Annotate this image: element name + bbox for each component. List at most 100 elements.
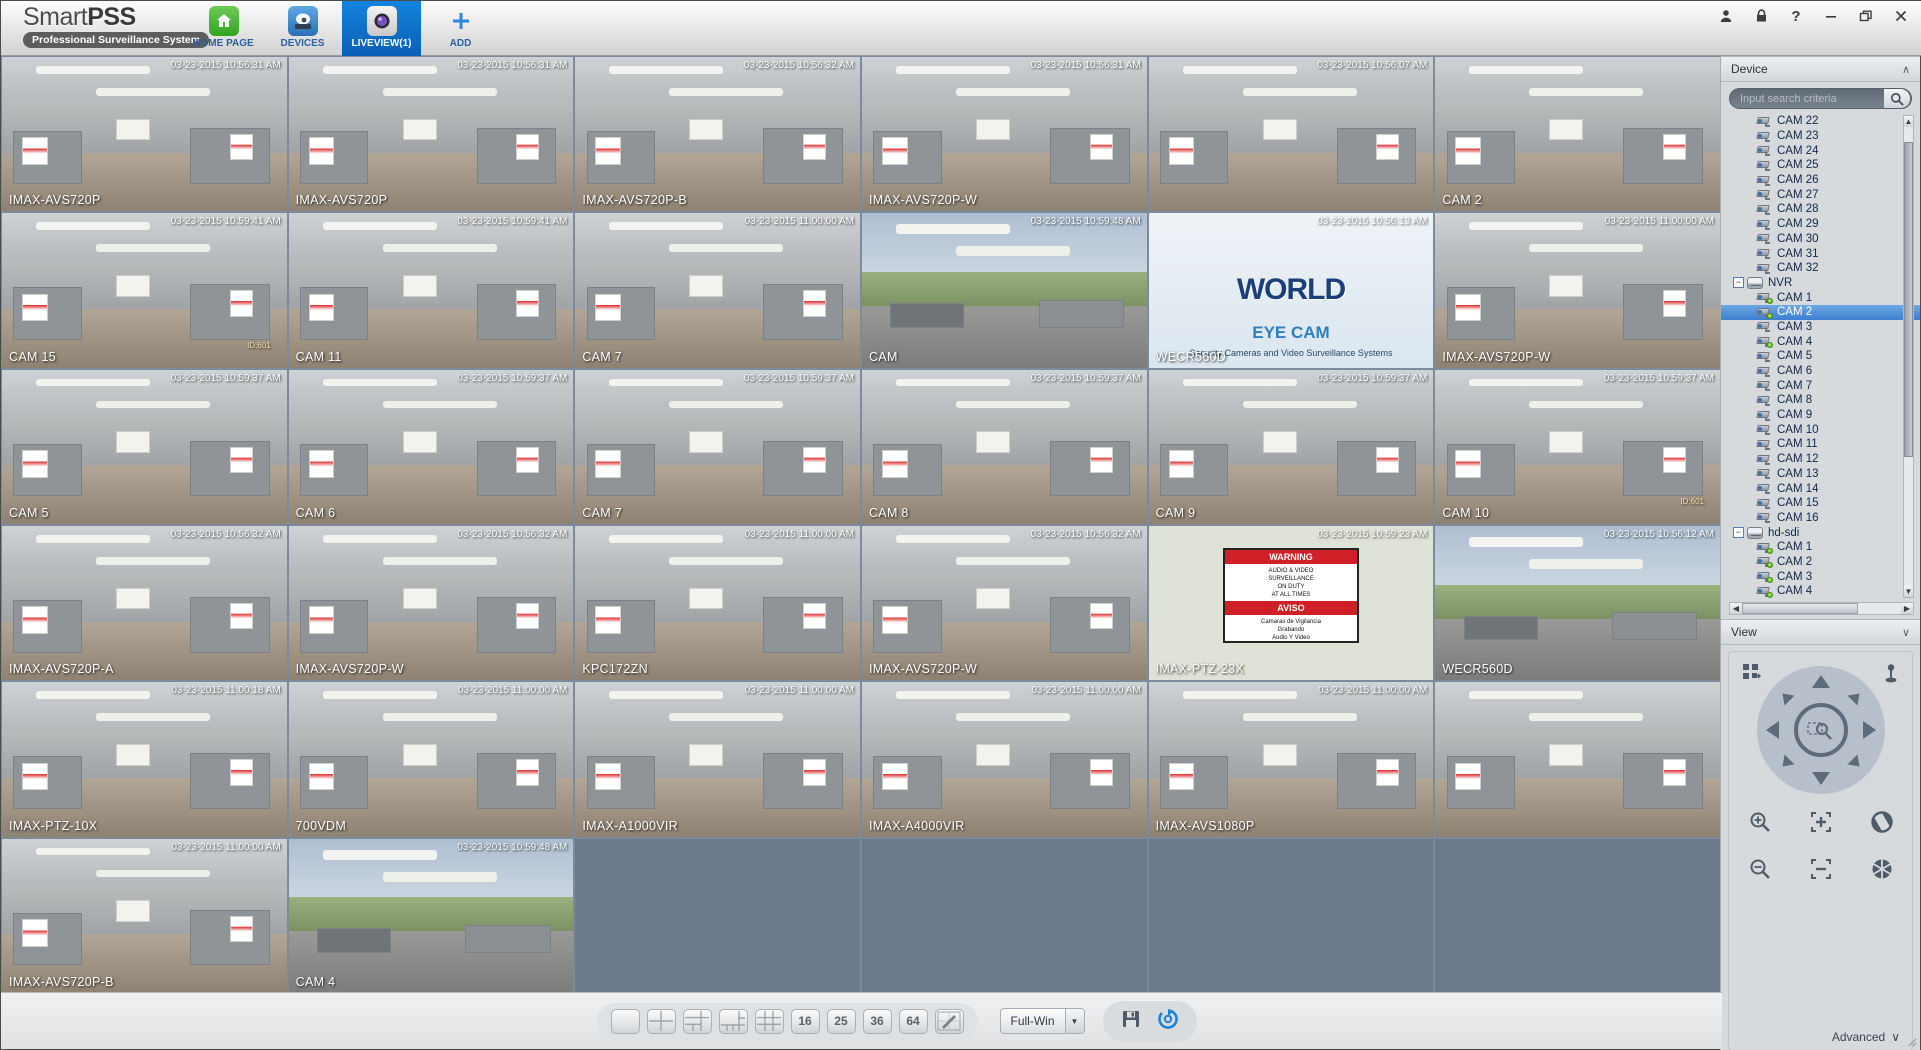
device-tree-camera[interactable]: CAM 12 (1721, 452, 1920, 467)
video-tile[interactable]: 03-23-2015 10:59:37 AM CAM 6 (287, 368, 575, 525)
video-tile[interactable]: 03-23-2015 10:59:37 AM CAM 9 (1147, 368, 1435, 525)
iris-close-icon[interactable] (1870, 857, 1894, 886)
device-search-box[interactable] (1729, 88, 1912, 109)
device-tree-camera[interactable]: CAM 32 (1721, 261, 1920, 276)
ptz-up-right-arrow-icon[interactable] (1847, 688, 1864, 706)
video-tile[interactable]: 03-23-2015 10:56:07 AM (1147, 56, 1435, 213)
video-tile[interactable]: 03-23-2015 10:56:32 AM IMAX-AVS720P-A (1, 524, 288, 682)
device-tree-camera[interactable]: CAM 15 (1721, 496, 1920, 511)
device-tree-camera[interactable]: CAM 5 (1721, 349, 1920, 364)
ptz-right-arrow-icon[interactable] (1862, 721, 1876, 739)
window-resize-grip[interactable] (1905, 1034, 1917, 1047)
video-tile[interactable]: 03-23-2015 10:56:31 AM IMAX-AVS720P (1, 56, 288, 213)
joystick-icon[interactable] (1884, 664, 1898, 689)
device-tree-camera[interactable]: CAM 10 (1721, 422, 1920, 437)
tour-refresh-icon[interactable] (1157, 1008, 1179, 1035)
scrollbar-thumb[interactable] (1904, 142, 1913, 457)
device-tree-camera[interactable]: CAM 4 (1721, 334, 1920, 349)
video-tile[interactable]: WORLD EYE CAM Security Cameras and Video S… (1147, 212, 1435, 369)
video-tile[interactable]: 03-23-2015 11:00:00 AM CAM 7 (574, 212, 861, 369)
device-tree-camera[interactable]: CAM 11 (1721, 437, 1920, 452)
close-icon[interactable] (1892, 7, 1910, 25)
ptz-advanced-toggle[interactable]: Advanced ∨ (1832, 1030, 1900, 1044)
scroll-down-arrow-icon[interactable]: ▼ (1904, 586, 1913, 597)
ptz-left-arrow-icon[interactable] (1765, 721, 1779, 739)
layout-4-button[interactable] (646, 1008, 676, 1034)
ptz-down-left-arrow-icon[interactable] (1777, 754, 1794, 772)
video-tile[interactable] (1147, 837, 1435, 994)
tab-add[interactable]: ADD (421, 1, 500, 56)
layout-1-button[interactable] (610, 1008, 640, 1034)
hscrollbar-thumb[interactable] (1742, 603, 1858, 614)
layout-8-button[interactable] (718, 1008, 748, 1034)
video-tile[interactable]: 03-23-2015 10:59:41 AM CAM 11 (287, 212, 575, 369)
device-tree-camera[interactable]: CAM 27 (1721, 187, 1920, 202)
device-tree-camera[interactable]: CAM 16 (1721, 511, 1920, 526)
device-tree-camera[interactable]: CAM 14 (1721, 481, 1920, 496)
video-tile[interactable]: 03-23-2015 10:56:32 AM IMAX-AVS720P-W (287, 524, 575, 682)
layout-36-button[interactable]: 36 (862, 1008, 892, 1034)
search-input[interactable] (1730, 92, 1884, 105)
device-tree-camera[interactable]: CAM 13 (1721, 467, 1920, 482)
device-tree-camera[interactable]: CAM 22 (1721, 114, 1920, 129)
video-tile[interactable]: 03-23-2015 11:00:00 AM IMAX-AVS720P-W (1434, 212, 1721, 369)
iris-open-icon[interactable] (1870, 810, 1894, 839)
save-view-icon[interactable] (1121, 1009, 1141, 1034)
video-tile[interactable]: 03-23-2015 11:00:00 AM IMAX-A1000VIR (574, 681, 861, 838)
layout-custom-button[interactable] (934, 1008, 964, 1034)
focus-near-icon[interactable] (1809, 810, 1833, 839)
video-tile[interactable]: 03-23-2015 10:59:37 AM CAM 8 (860, 368, 1148, 525)
tab-liveview[interactable]: LIVEVIEW(1) (342, 1, 421, 56)
video-tile[interactable]: 03-23-2015 10:59:48 AM CAM (860, 212, 1148, 369)
device-tree-camera[interactable]: CAM 31 (1721, 246, 1920, 261)
video-tile[interactable]: 03-23-2015 11:00:00 AM IMAX-AVS1080P (1147, 681, 1435, 838)
device-tree-camera[interactable]: CAM 7 (1721, 378, 1920, 393)
device-tree-camera[interactable]: CAM 1 (1721, 540, 1920, 555)
device-tree-camera[interactable]: CAM 6 (1721, 364, 1920, 379)
zoom-in-icon[interactable] (1748, 810, 1772, 839)
device-tree-horizontal-scrollbar[interactable]: ◀ ▶ (1729, 602, 1914, 615)
preset-grid-icon[interactable] (1743, 664, 1761, 687)
device-tree[interactable]: CAM 22 CAM 23 CAM 24 CAM 25 CAM 26 CAM 27 CAM … (1721, 113, 1920, 600)
device-tree-camera[interactable]: CAM 23 (1721, 129, 1920, 144)
ptz-down-arrow-icon[interactable] (1811, 772, 1830, 785)
video-tile[interactable] (1434, 681, 1721, 838)
video-tile[interactable]: 03-23-2015 10:59:41 AM ID:601 CAM 15 (1, 212, 288, 369)
device-tree-camera[interactable]: CAM 25 (1721, 158, 1920, 173)
device-tree-camera[interactable]: CAM 30 (1721, 232, 1920, 247)
video-tile[interactable]: 03-23-2015 11:00:00 AM IMAX-A4000VIR (860, 681, 1148, 838)
ptz-up-arrow-icon[interactable] (1811, 675, 1830, 688)
tree-expander-icon[interactable]: − (1733, 277, 1744, 289)
layout-25-button[interactable]: 25 (826, 1008, 856, 1034)
video-tile[interactable]: 03-23-2015 11:00:00 AM KPC172ZN (574, 524, 861, 682)
zoom-out-icon[interactable] (1748, 857, 1772, 886)
video-tile[interactable] (1434, 837, 1721, 994)
video-tile[interactable]: 03-23-2015 11:00:18 AM IMAX-PTZ-10X (1, 681, 288, 838)
ptz-direction-pad[interactable] (1756, 666, 1885, 794)
device-tree-vertical-scrollbar[interactable]: ▲ ▼ (1903, 115, 1914, 598)
zoom-area-icon[interactable] (1793, 703, 1848, 757)
device-tree-group[interactable]: − NVR (1721, 276, 1920, 291)
focus-far-icon[interactable] (1809, 857, 1833, 886)
scroll-right-arrow-icon[interactable]: ▶ (1901, 603, 1913, 614)
device-tree-group[interactable]: − hd-sdi (1721, 525, 1920, 540)
video-tile[interactable] (860, 837, 1148, 994)
video-tile[interactable]: 03-23-2015 10:59:37 AM CAM 5 (1, 368, 288, 525)
video-tile[interactable]: CAM 2 (1434, 56, 1721, 213)
video-tile[interactable]: WARNING AUDIO & VIDEO SURVEILLANCE ON DUTY A… (1147, 524, 1435, 682)
device-tree-camera[interactable]: CAM 2 (1721, 555, 1920, 570)
video-tile[interactable] (574, 837, 861, 994)
video-tile[interactable]: 03-23-2015 11:00:00 AM IMAX-AVS720P-B (1, 837, 288, 994)
device-tree-camera[interactable]: CAM 2 (1721, 304, 1920, 320)
layout-9-button[interactable] (754, 1008, 784, 1034)
device-tree-camera[interactable]: CAM 29 (1721, 217, 1920, 232)
device-tree-camera[interactable]: CAM 26 (1721, 173, 1920, 188)
tab-devices[interactable]: DEVICES (263, 1, 342, 56)
video-tile[interactable]: 03-23-2015 10:59:37 AM ID:601 CAM 10 (1434, 368, 1721, 525)
video-tile[interactable]: 03-23-2015 10:59:37 AM CAM 7 (574, 368, 861, 525)
layout-6-button[interactable] (682, 1008, 712, 1034)
device-tree-camera[interactable]: CAM 4 (1721, 584, 1920, 599)
video-tile[interactable]: 03-23-2015 10:56:32 AM IMAX-AVS720P-B (574, 56, 861, 213)
lock-icon[interactable] (1752, 7, 1770, 25)
device-tree-camera[interactable]: CAM 24 (1721, 143, 1920, 158)
